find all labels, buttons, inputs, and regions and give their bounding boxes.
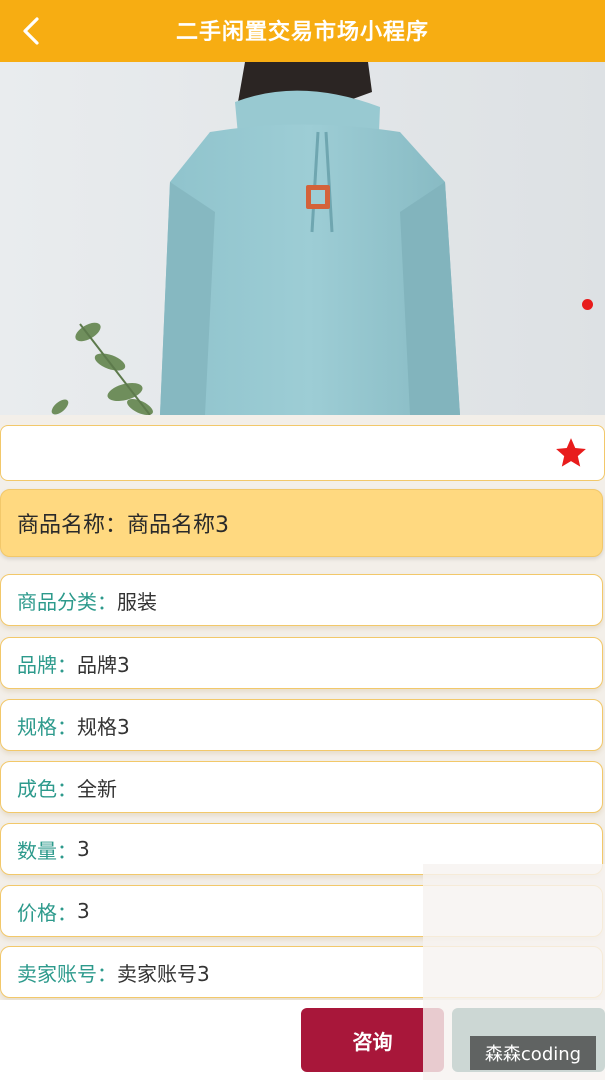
detail-value: 品牌3 [77, 652, 130, 677]
product-name-label: 商品名称： [17, 513, 128, 538]
detail-row-spec: 规格： 规格3 [0, 699, 603, 751]
favorite-bar [0, 425, 605, 481]
detail-label: 成色： [17, 776, 77, 801]
product-name-card: 商品名称： 商品名称3 [0, 489, 603, 557]
detail-value: 规格3 [77, 714, 130, 739]
detail-label: 数量： [17, 838, 77, 863]
detail-value: 服装 [117, 589, 157, 614]
detail-label: 商品分类： [17, 589, 117, 614]
detail-label: 品牌： [17, 652, 77, 677]
page-title: 二手闲置交易市场小程序 [175, 20, 429, 45]
star-icon[interactable] [554, 436, 588, 470]
carousel-indicator-dot[interactable] [582, 299, 593, 310]
detail-label: 价格： [17, 900, 77, 925]
product-image[interactable] [0, 62, 605, 415]
detail-value: 卖家账号3 [117, 961, 210, 986]
detail-row-condition: 成色： 全新 [0, 761, 603, 813]
product-name-value: 商品名称3 [127, 513, 230, 538]
detail-value: 全新 [77, 776, 117, 801]
detail-row-category: 商品分类： 服装 [0, 574, 603, 626]
detail-value: 3 [77, 837, 90, 861]
detail-label: 规格： [17, 714, 77, 739]
detail-row-brand: 品牌： 品牌3 [0, 637, 603, 689]
app-header: 二手闲置交易市场小程序 [0, 0, 605, 62]
detail-label: 卖家账号： [17, 961, 117, 986]
detail-value: 3 [77, 899, 90, 923]
watermark: 森森coding [470, 1036, 596, 1070]
